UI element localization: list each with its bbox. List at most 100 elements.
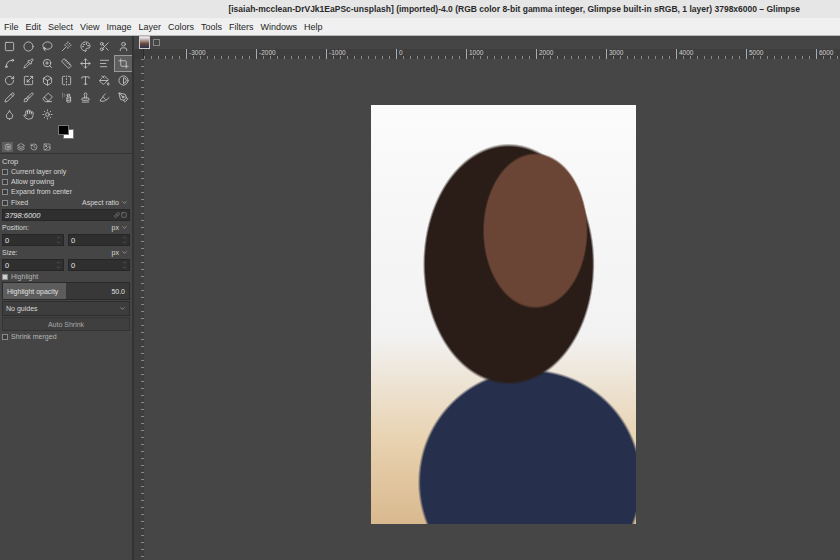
portrait-icon <box>121 212 127 218</box>
image-tab[interactable] <box>139 36 150 49</box>
tool-button[interactable] <box>76 72 95 89</box>
tool-button[interactable] <box>114 72 133 89</box>
ruler-label: 5000 <box>746 49 816 59</box>
checkbox[interactable] <box>2 200 8 206</box>
tool-button[interactable] <box>19 72 38 89</box>
color-swatches[interactable] <box>58 125 74 138</box>
menu-item[interactable]: Select <box>48 22 73 32</box>
checkbox[interactable] <box>2 274 8 280</box>
tool-button[interactable] <box>76 55 95 72</box>
menu-item[interactable]: Help <box>304 22 323 32</box>
undo-history-icon <box>30 143 38 151</box>
checkbox-row[interactable]: Current layer only <box>2 167 130 176</box>
tool-button[interactable] <box>76 38 95 55</box>
canvas[interactable] <box>144 59 840 560</box>
menu-item[interactable]: View <box>80 22 99 32</box>
foreground-color[interactable] <box>58 125 69 135</box>
checkbox[interactable] <box>2 189 8 195</box>
guides-dropdown[interactable]: No guides <box>2 301 130 316</box>
tool-button[interactable] <box>95 89 114 106</box>
photo[interactable] <box>371 105 636 524</box>
up-icon <box>56 260 61 265</box>
position-field[interactable]: 0 <box>2 234 64 246</box>
tool-button[interactable] <box>114 89 133 106</box>
eraser-icon <box>42 92 53 103</box>
menu-item[interactable]: Image <box>106 22 131 32</box>
perspective-icon <box>42 75 53 86</box>
position-field[interactable]: 0 <box>68 234 130 246</box>
auto-shrink-button[interactable]: Auto Shrink <box>2 317 130 331</box>
chevron-down-icon <box>121 199 128 206</box>
ruler-label: 3000 <box>606 49 676 59</box>
toolbox <box>0 36 132 123</box>
tool-button[interactable] <box>76 89 95 106</box>
tool-button[interactable] <box>95 38 114 55</box>
size-field[interactable]: 0 <box>68 259 130 271</box>
dock-tab[interactable] <box>2 142 13 152</box>
unit-dropdown[interactable]: px <box>110 224 130 231</box>
tool-button[interactable] <box>38 38 57 55</box>
menu-item[interactable]: Filters <box>229 22 254 32</box>
tool-button[interactable] <box>19 38 38 55</box>
menu-item[interactable]: Layer <box>138 22 161 32</box>
fixed-mode-dropdown[interactable]: Aspect ratio <box>80 199 130 206</box>
ruler-corner[interactable] <box>134 49 144 59</box>
menu-item[interactable]: Colors <box>168 22 194 32</box>
zoom-icon <box>42 58 53 69</box>
tool-button[interactable] <box>19 89 38 106</box>
tool-button[interactable] <box>19 106 38 123</box>
shrink-merged-checkbox[interactable]: Shrink merged <box>2 332 130 341</box>
tool-button[interactable] <box>95 55 114 72</box>
checkbox-row[interactable]: Allow growing <box>2 177 130 186</box>
menu-item[interactable]: File <box>4 22 19 32</box>
tool-button[interactable] <box>114 55 133 72</box>
aspect-field[interactable]: 3798:6000 <box>2 209 130 221</box>
checkbox-row[interactable]: Expand from center <box>2 187 130 196</box>
checkbox[interactable] <box>2 334 8 340</box>
unit-dropdown[interactable]: px <box>110 249 130 256</box>
tool-button[interactable] <box>0 38 19 55</box>
size-field[interactable]: 0 <box>2 259 64 271</box>
down-icon <box>122 265 127 270</box>
tool-button[interactable] <box>114 38 133 55</box>
tool-button[interactable] <box>0 72 19 89</box>
chevron-down-icon <box>121 224 128 231</box>
menu-item[interactable]: Edit <box>26 22 42 32</box>
dock-tab[interactable] <box>15 142 26 152</box>
tool-button[interactable] <box>38 106 57 123</box>
dock-tab[interactable] <box>28 142 39 152</box>
checkbox[interactable] <box>2 169 8 175</box>
tool-button[interactable] <box>0 89 19 106</box>
tool-button[interactable] <box>0 55 19 72</box>
menu-item[interactable]: Tools <box>201 22 222 32</box>
highlight-checkbox[interactable]: Highlight <box>2 272 130 281</box>
rect-select-icon <box>4 41 15 52</box>
dock-tabs <box>0 141 132 154</box>
checkbox[interactable] <box>2 179 8 185</box>
fixed-checkbox[interactable]: Fixed <box>2 198 28 207</box>
tool-button[interactable] <box>57 38 76 55</box>
tool-button[interactable] <box>57 55 76 72</box>
tool-button[interactable] <box>38 89 57 106</box>
heal-icon <box>99 92 110 103</box>
tool-button[interactable] <box>57 89 76 106</box>
tool-button[interactable] <box>38 72 57 89</box>
highlight-opacity-slider[interactable]: Highlight opacity50.0 <box>2 282 130 300</box>
tool-button[interactable] <box>19 55 38 72</box>
tool-button[interactable] <box>38 55 57 72</box>
menu-item[interactable]: Windows <box>260 22 297 32</box>
dock-tab[interactable] <box>41 142 52 152</box>
tool-button[interactable] <box>57 72 76 89</box>
flip-icon <box>61 75 72 86</box>
vertical-ruler[interactable] <box>134 59 144 560</box>
horizontal-ruler[interactable]: -3000-2000-10000100020003000400050006000 <box>144 49 840 59</box>
fuzzy-select-icon <box>61 41 72 52</box>
paintbrush-icon <box>23 92 34 103</box>
chain-icon <box>114 212 120 218</box>
paths-icon <box>4 58 15 69</box>
layers-icon <box>17 143 25 151</box>
tab-menu[interactable] <box>153 39 160 46</box>
tool-button[interactable] <box>0 106 19 123</box>
tool-button[interactable] <box>95 72 114 89</box>
move-icon <box>80 58 91 69</box>
